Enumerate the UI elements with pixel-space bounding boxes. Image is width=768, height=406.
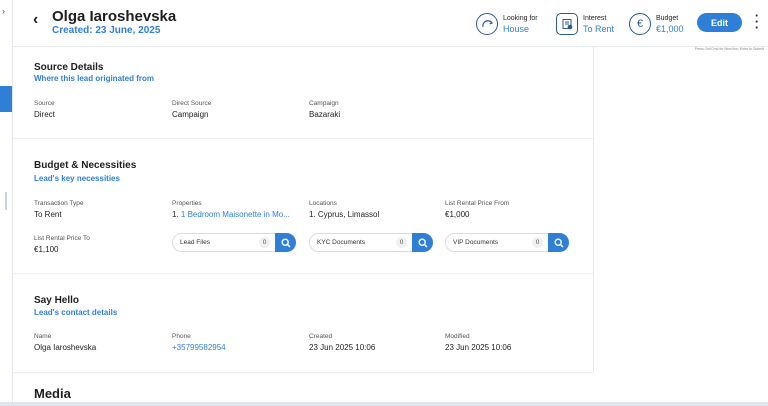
doc-count-badge: 0	[396, 237, 407, 248]
field-value: Olga Iaroshevska	[34, 343, 97, 352]
doc-label: VIP Documents	[453, 239, 499, 246]
field-value: Bazaraki	[309, 110, 341, 119]
field-label: List Rental Price From	[445, 200, 510, 207]
media-title: Media	[34, 386, 71, 401]
field-locations: Locations 1. Cyprus, Limassol	[309, 200, 379, 219]
field-value: 23 Jun 2025 10:06	[445, 343, 512, 352]
field-label: Source	[34, 100, 55, 107]
looking-for-value: House	[503, 23, 530, 34]
budget-label: Budget	[656, 14, 679, 22]
field-label: List Rental Price To	[34, 235, 90, 242]
field-label: Created	[309, 333, 333, 340]
properties-index: 1.	[172, 210, 181, 219]
source-details-subtitle: Where this lead originated from	[34, 74, 155, 83]
budget-section: Budget & Necessities Lead's key necessit…	[13, 139, 593, 274]
field-value: €1,100	[34, 245, 59, 254]
house-icon	[476, 13, 498, 35]
interest-stat: Interest To Rent	[556, 11, 614, 37]
field-source: Source Direct	[34, 100, 55, 119]
phone-link[interactable]: +35799582954	[172, 343, 226, 352]
say-hello-title: Say Hello	[34, 295, 80, 306]
search-icon[interactable]	[275, 233, 296, 252]
field-properties: Properties 1. 1 Bedroom Maisonette in Mo…	[172, 200, 290, 219]
field-value: 1. Cyprus, Limassol	[309, 210, 380, 219]
budget-subtitle: Lead's key necessities	[34, 174, 120, 183]
budget-stat: € Budget €1,000	[629, 11, 684, 37]
field-value: 1. 1 Bedroom Maisonette in Mo...	[172, 210, 290, 219]
notes-hint: Press Ctrl/Cmd for New line, Enter to Su…	[694, 47, 764, 51]
field-value: Campaign	[172, 110, 209, 119]
looking-for-label: Looking for	[503, 14, 538, 22]
doc-label: KYC Documents	[317, 239, 366, 246]
field-label: Phone	[172, 333, 191, 340]
field-value: €1,000	[445, 210, 470, 219]
doc-count-badge: 0	[532, 237, 543, 248]
edit-button[interactable]: Edit	[697, 13, 742, 32]
bottom-bar	[0, 402, 768, 406]
interest-icon	[556, 13, 578, 35]
doc-count-badge: 0	[259, 237, 270, 248]
say-hello-subtitle: Lead's contact details	[34, 308, 118, 317]
source-details-title: Source Details	[34, 62, 104, 73]
kebab-menu-icon[interactable]: · · ·	[753, 9, 761, 34]
notes-panel[interactable]: Press Ctrl/Cmd for New line, Enter to Su…	[593, 47, 768, 372]
field-name: Name Olga Iaroshevska	[34, 333, 96, 352]
field-value: Direct	[34, 110, 55, 119]
lead-name: Olga Iaroshevska	[52, 8, 177, 25]
field-phone: Phone +35799582954	[172, 333, 226, 352]
lead-header: ‹ Olga Iaroshevska Created: 23 June, 202…	[13, 0, 768, 47]
lead-page: › ‹ Olga Iaroshevska Created: 23 June, 2…	[0, 0, 768, 406]
say-hello-section: Say Hello Lead's contact details Name Ol…	[13, 274, 593, 373]
field-transaction-type: Transaction Type To Rent	[34, 200, 84, 219]
field-campaign: Campaign Bazaraki	[309, 100, 340, 119]
field-rental-price-to: List Rental Price To €1,100	[34, 235, 90, 254]
field-value: 23 Jun 2025 10:06	[309, 343, 376, 352]
interest-label: Interest	[583, 14, 607, 22]
kyc-documents-field[interactable]: KYC Documents 0	[309, 233, 433, 252]
field-direct-source: Direct Source Campaign	[172, 100, 211, 119]
interest-value: To Rent	[583, 23, 615, 34]
field-modified: Modified 23 Jun 2025 10:06	[445, 333, 511, 352]
field-rental-price-from: List Rental Price From €1,000	[445, 200, 509, 219]
field-label: Campaign	[309, 100, 339, 107]
lead-created-date: Created: 23 June, 2025	[52, 25, 161, 36]
field-label: Transaction Type	[34, 200, 84, 207]
expand-chevron-icon[interactable]: ›	[2, 6, 5, 16]
vip-documents-field[interactable]: VIP Documents 0	[445, 233, 569, 252]
budget-title: Budget & Necessities	[34, 160, 137, 171]
field-value: To Rent	[34, 210, 62, 219]
doc-label: Lead Files	[180, 239, 210, 246]
euro-icon: €	[629, 13, 651, 35]
lead-files-field[interactable]: Lead Files 0	[172, 233, 296, 252]
active-nav-indicator[interactable]	[0, 86, 12, 112]
field-label: Locations	[309, 200, 337, 207]
field-created: Created 23 Jun 2025 10:06	[309, 333, 375, 352]
field-label: Direct Source	[172, 100, 212, 107]
property-link[interactable]: 1 Bedroom Maisonette in Mo...	[181, 210, 290, 219]
scroll-marker	[5, 192, 7, 210]
field-label: Properties	[172, 200, 202, 207]
search-icon[interactable]	[548, 233, 569, 252]
lead-details: Source Details Where this lead originate…	[13, 47, 593, 406]
back-arrow-icon[interactable]: ‹	[33, 11, 38, 29]
budget-value: €1,000	[656, 23, 684, 34]
field-label: Modified	[445, 333, 470, 340]
field-label: Name	[34, 333, 52, 340]
source-details-section: Source Details Where this lead originate…	[13, 47, 593, 139]
search-icon[interactable]	[412, 233, 433, 252]
looking-for-stat: Looking for House	[476, 11, 538, 37]
